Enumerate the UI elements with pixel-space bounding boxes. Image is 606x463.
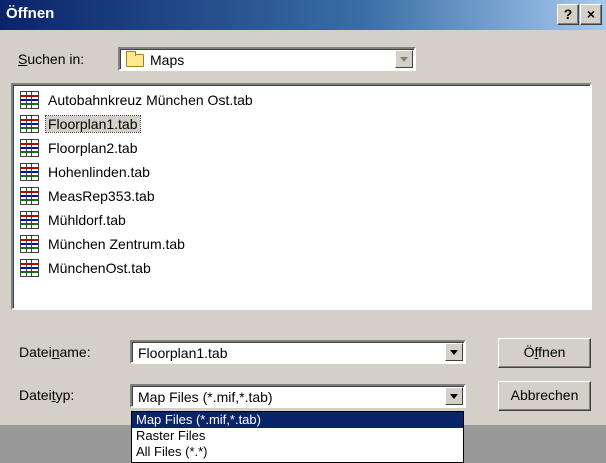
filetype-option[interactable]: Raster Files bbox=[132, 428, 463, 444]
filename-input[interactable]: Floorplan1.tab bbox=[130, 340, 466, 364]
look-in-combobox[interactable]: Maps bbox=[118, 47, 416, 71]
close-button[interactable]: × bbox=[580, 4, 602, 25]
table-file-icon bbox=[20, 235, 39, 253]
file-name: Floorplan1.tab bbox=[45, 115, 141, 133]
file-name: Hohenlinden.tab bbox=[48, 164, 150, 180]
file-list-item[interactable]: München Zentrum.tab bbox=[20, 233, 187, 255]
table-file-icon bbox=[20, 211, 39, 229]
file-name: München Zentrum.tab bbox=[48, 236, 185, 252]
filetype-label: Dateityp: bbox=[19, 387, 75, 403]
file-list-item[interactable]: Autobahnkreuz München Ost.tab bbox=[20, 89, 255, 111]
look-in-value: Maps bbox=[126, 51, 184, 68]
help-button[interactable]: ? bbox=[557, 4, 579, 25]
chevron-down-icon[interactable] bbox=[445, 343, 463, 361]
chevron-down-icon[interactable] bbox=[445, 387, 463, 405]
look-in-label: Suchen in: bbox=[18, 51, 85, 67]
file-name: MünchenOst.tab bbox=[48, 260, 151, 276]
table-file-icon bbox=[20, 163, 39, 181]
file-list-item[interactable]: MünchenOst.tab bbox=[20, 257, 153, 279]
table-file-icon bbox=[20, 259, 39, 277]
file-name: Autobahnkreuz München Ost.tab bbox=[48, 92, 253, 108]
file-name: MeasRep353.tab bbox=[48, 188, 155, 204]
file-list-item[interactable]: Hohenlinden.tab bbox=[20, 161, 152, 183]
table-file-icon bbox=[20, 187, 39, 205]
filetype-option[interactable]: Map Files (*.mif,*.tab) bbox=[132, 412, 463, 428]
file-list-item[interactable]: Mühldorf.tab bbox=[20, 209, 128, 231]
file-name: Floorplan2.tab bbox=[48, 140, 138, 156]
open-file-dialog: Öffnen ? × Suchen in: Maps Autobahnkreuz… bbox=[0, 0, 606, 463]
table-file-icon bbox=[20, 139, 39, 157]
file-list-item[interactable]: Floorplan1.tab bbox=[20, 113, 141, 135]
file-name: Mühldorf.tab bbox=[48, 212, 126, 228]
dialog-title: Öffnen bbox=[6, 5, 55, 22]
filetype-value: Map Files (*.mif,*.tab) bbox=[138, 389, 273, 405]
table-file-icon bbox=[20, 91, 39, 109]
table-file-icon bbox=[20, 115, 39, 133]
file-list-item[interactable]: Floorplan2.tab bbox=[20, 137, 140, 159]
title-bar[interactable]: Öffnen ? × bbox=[0, 0, 606, 30]
filetype-option[interactable]: All Files (*.*) bbox=[132, 444, 463, 460]
cancel-button[interactable]: Abbrechen bbox=[498, 381, 591, 411]
chevron-down-icon[interactable] bbox=[395, 50, 413, 68]
filetype-select[interactable]: Map Files (*.mif,*.tab) bbox=[130, 384, 466, 408]
file-list[interactable]: Autobahnkreuz München Ost.tab Floorplan1.… bbox=[11, 83, 592, 310]
open-button[interactable]: Öffnen bbox=[498, 338, 591, 368]
folder-icon bbox=[126, 51, 144, 67]
filename-label: Dateiname: bbox=[19, 344, 91, 360]
filename-value[interactable]: Floorplan1.tab bbox=[138, 345, 228, 361]
file-list-item[interactable]: MeasRep353.tab bbox=[20, 185, 157, 207]
filetype-dropdown-list[interactable]: Map Files (*.mif,*.tab) Raster Files All F… bbox=[131, 411, 464, 463]
